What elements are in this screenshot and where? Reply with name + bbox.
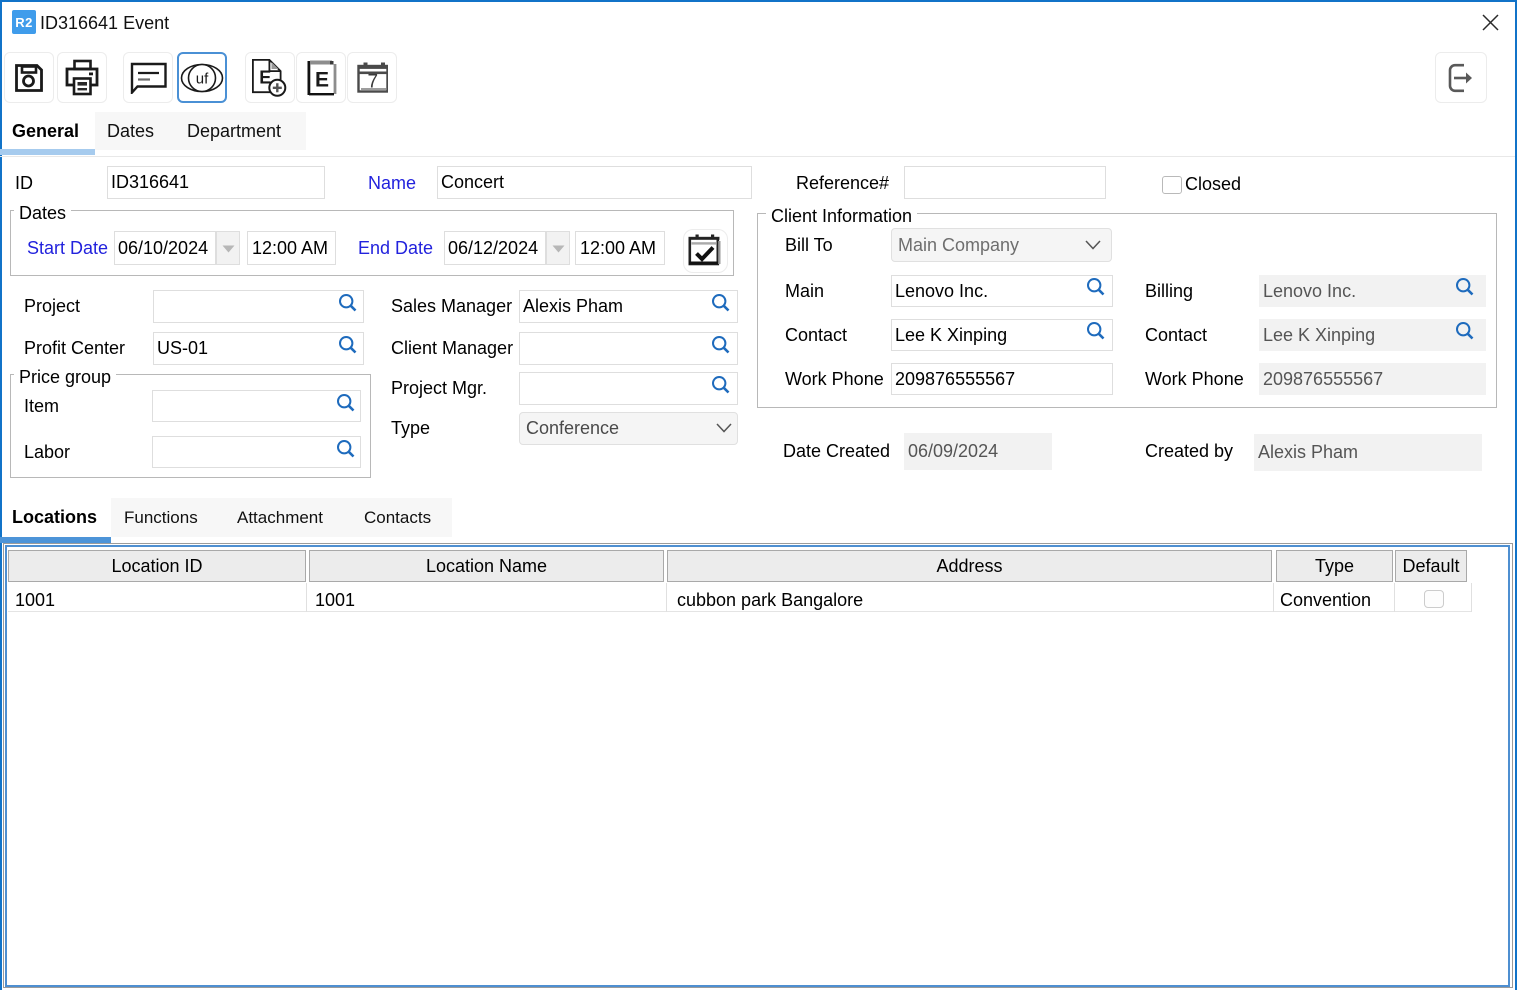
svg-text:E: E: [315, 68, 329, 91]
svg-text:uf: uf: [196, 70, 209, 87]
svg-text:7: 7: [367, 72, 378, 93]
